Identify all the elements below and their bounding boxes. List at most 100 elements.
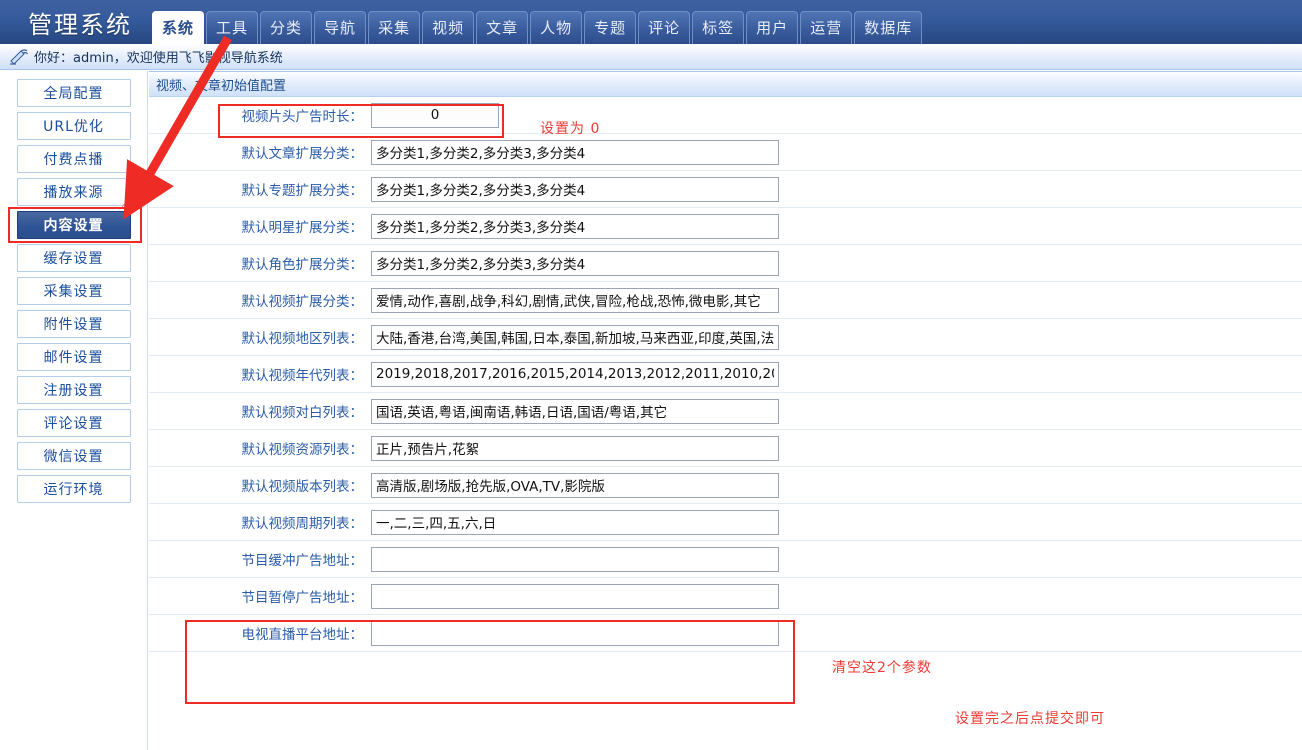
tab-11[interactable]: 用户 (746, 11, 798, 44)
tab-1[interactable]: 工具 (206, 11, 258, 44)
note-submit-after-setting: 设置完之后点提交即可 (955, 708, 1105, 728)
form-row: 节目暂停广告地址： (149, 578, 1302, 615)
note-clear-two-params: 清空这2个参数 (832, 657, 932, 677)
form-row: 默认视频资源列表： (149, 430, 1302, 467)
tab-13[interactable]: 数据库 (854, 11, 922, 44)
tab-7[interactable]: 人物 (530, 11, 582, 44)
field-label: 默认专题扩展分类： (149, 179, 371, 199)
form-row: 默认角色扩展分类： (149, 245, 1302, 282)
form-row: 默认视频扩展分类： (149, 282, 1302, 319)
text-input-12[interactable] (371, 547, 779, 572)
form-row: 视频片头广告时长： (149, 97, 1302, 134)
settings-sidebar: 全局配置 URL优化付费点播播放来源内容设置缓存设置采集设置附件设置邮件设置注册设… (0, 71, 148, 750)
form-row: 节目缓冲广告地址： (149, 541, 1302, 578)
sidebar-item-5[interactable]: 缓存设置 (17, 244, 131, 272)
form-row: 默认视频年代列表： (149, 356, 1302, 393)
text-input-8[interactable] (371, 399, 779, 424)
text-input-14[interactable] (371, 621, 779, 646)
form-row: 默认视频地区列表： (149, 319, 1302, 356)
text-input-6[interactable] (371, 325, 779, 350)
field-wrapper (371, 547, 779, 572)
field-label: 默认明星扩展分类： (149, 216, 371, 236)
sidebar-item-3[interactable]: 播放来源 (17, 178, 131, 206)
field-label: 默认视频资源列表： (149, 438, 371, 458)
announce-icon (8, 48, 30, 66)
field-wrapper (371, 103, 499, 128)
text-input-7[interactable] (371, 362, 779, 387)
field-wrapper (371, 325, 779, 350)
field-label: 默认视频版本列表： (149, 475, 371, 495)
field-label: 默认视频地区列表： (149, 327, 371, 347)
field-label: 默认文章扩展分类： (149, 142, 371, 162)
tab-5[interactable]: 视频 (422, 11, 474, 44)
field-wrapper (371, 584, 779, 609)
sidebar-item-10[interactable]: 评论设置 (17, 409, 131, 437)
field-wrapper (371, 473, 779, 498)
sidebar-item-7[interactable]: 附件设置 (17, 310, 131, 338)
section-title: 视频、文章初始值配置 (149, 71, 1302, 97)
field-label: 视频片头广告时长： (149, 105, 371, 125)
text-input-5[interactable] (371, 288, 779, 313)
field-wrapper (371, 251, 779, 276)
settings-form: 视频片头广告时长： 默认文章扩展分类： 默认专题扩展分类： 默认明星扩展分类： 默认角色… (149, 97, 1302, 652)
field-wrapper (371, 510, 779, 535)
field-label: 默认视频对白列表： (149, 401, 371, 421)
app-header: 管理系统 系统工具分类导航采集视频文章人物专题评论标签用户运营数据库 (0, 0, 1302, 44)
sidebar-item-9[interactable]: 注册设置 (17, 376, 131, 404)
field-label: 节目暂停广告地址： (149, 586, 371, 606)
app-title: 管理系统 (28, 5, 132, 40)
sidebar-item-12[interactable]: 运行环境 (17, 475, 131, 503)
field-wrapper (371, 140, 779, 165)
text-input-4[interactable] (371, 251, 779, 276)
text-input-9[interactable] (371, 436, 779, 461)
field-label: 默认视频年代列表： (149, 364, 371, 384)
field-wrapper (371, 177, 779, 202)
sidebar-item-0[interactable]: 全局配置 (17, 79, 131, 107)
text-input-11[interactable] (371, 510, 779, 535)
sidebar-item-11[interactable]: 微信设置 (17, 442, 131, 470)
sidebar-item-2[interactable]: 付费点播 (17, 145, 131, 173)
sidebar-item-1[interactable]: URL优化 (17, 112, 131, 140)
app-root: 管理系统 系统工具分类导航采集视频文章人物专题评论标签用户运营数据库 你好：ad… (0, 0, 1302, 750)
form-row: 默认视频周期列表： (149, 504, 1302, 541)
form-row: 默认视频对白列表： (149, 393, 1302, 430)
field-wrapper (371, 288, 779, 313)
tab-6[interactable]: 文章 (476, 11, 528, 44)
form-row: 电视直播平台地址： (149, 615, 1302, 652)
tab-0[interactable]: 系统 (152, 11, 204, 44)
welcome-statusbar: 你好：admin，欢迎使用飞飞影视导航系统 (0, 44, 1302, 70)
field-wrapper (371, 214, 779, 239)
form-row: 默认文章扩展分类： (149, 134, 1302, 171)
tab-2[interactable]: 分类 (260, 11, 312, 44)
form-row: 默认明星扩展分类： (149, 208, 1302, 245)
sidebar-item-4[interactable]: 内容设置 (17, 211, 131, 239)
form-row: 默认视频版本列表： (149, 467, 1302, 504)
sidebar-item-8[interactable]: 邮件设置 (17, 343, 131, 371)
tab-4[interactable]: 采集 (368, 11, 420, 44)
tab-8[interactable]: 专题 (584, 11, 636, 44)
sidebar-item-6[interactable]: 采集设置 (17, 277, 131, 305)
field-label: 默认视频周期列表： (149, 512, 371, 532)
text-input-3[interactable] (371, 214, 779, 239)
tab-3[interactable]: 导航 (314, 11, 366, 44)
note-set-zero: 设置为 0 (540, 118, 600, 138)
field-label: 电视直播平台地址： (149, 623, 371, 643)
field-label: 默认视频扩展分类： (149, 290, 371, 310)
main-tabbar: 系统工具分类导航采集视频文章人物专题评论标签用户运营数据库 (152, 9, 924, 44)
text-input-10[interactable] (371, 473, 779, 498)
field-label: 默认角色扩展分类： (149, 253, 371, 273)
main-content: 视频、文章初始值配置 视频片头广告时长： 默认文章扩展分类： 默认专题扩展分类： 默认… (149, 71, 1302, 750)
text-input-1[interactable] (371, 140, 779, 165)
tab-12[interactable]: 运营 (800, 11, 852, 44)
field-wrapper (371, 621, 779, 646)
welcome-message: 你好：admin，欢迎使用飞飞影视导航系统 (34, 47, 283, 66)
text-input-0[interactable] (371, 103, 499, 128)
field-wrapper (371, 362, 779, 387)
field-wrapper (371, 436, 779, 461)
tab-10[interactable]: 标签 (692, 11, 744, 44)
field-wrapper (371, 399, 779, 424)
tab-9[interactable]: 评论 (638, 11, 690, 44)
form-row: 默认专题扩展分类： (149, 171, 1302, 208)
text-input-13[interactable] (371, 584, 779, 609)
text-input-2[interactable] (371, 177, 779, 202)
